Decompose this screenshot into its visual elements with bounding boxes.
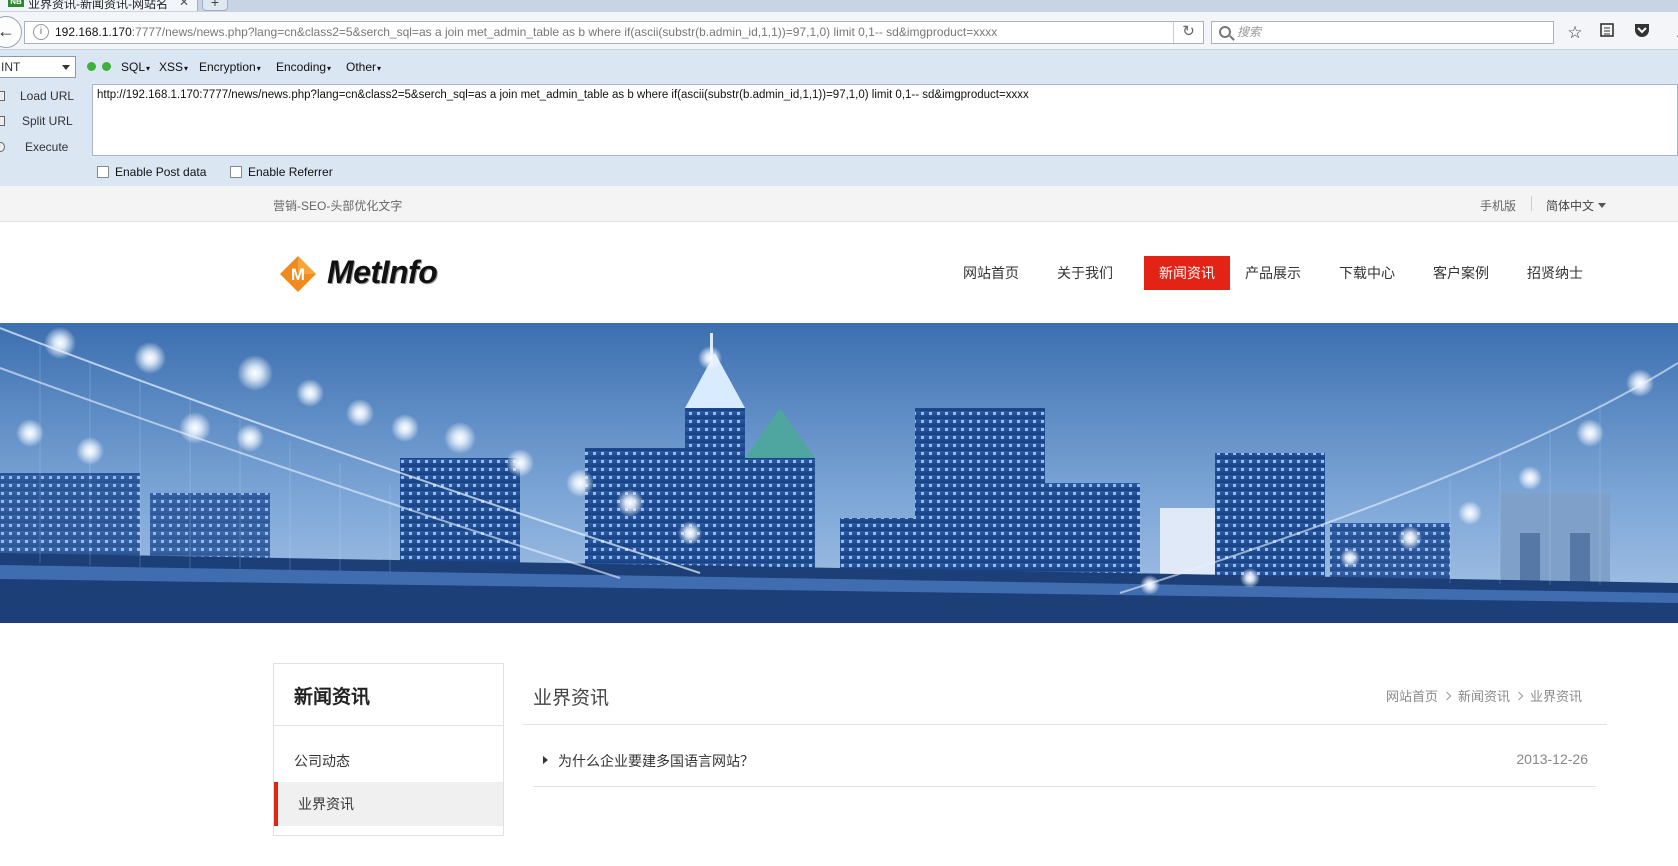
close-tab-icon[interactable]: ✕ [179,0,189,9]
menu-other[interactable]: Other [346,60,381,74]
sidebar-title: 新闻资讯 [294,687,371,708]
news-title-link[interactable]: 为什么企业要建多国语言网站？ [558,751,754,771]
sidebar-item-industry-news[interactable]: 业界资讯 [274,782,503,826]
tab-title: 业界资讯-新闻资讯-网站名... [28,0,168,11]
site-topbar: 营销-SEO-头部优化文字 手机版 简体中文 [0,186,1678,222]
execute-icon [0,142,5,152]
load-url-icon [0,91,5,101]
execute-button[interactable]: Execute [0,136,90,158]
split-url-label: Split URL [22,114,73,128]
download-icon[interactable]: ↓ [1668,22,1678,44]
sidebar-item-company-news[interactable]: 公司动态 [274,739,503,783]
enable-referrer-checkbox[interactable]: Enable Referrer [230,165,333,179]
decrease-icon[interactable] [87,62,96,71]
hackbar-url-textarea[interactable]: http://192.168.1.170:7777/news/news.php?… [92,84,1678,156]
load-url-label: Load URL [20,89,75,103]
city-skyline-illustration [0,323,1678,623]
back-arrow-icon: ← [0,21,15,41]
svg-text:M: M [291,265,305,284]
reload-icon: ↻ [1182,23,1195,40]
metinfo-logo-icon: M [280,256,316,292]
triangle-right-icon [543,756,548,764]
reload-button[interactable]: ↻ [1173,22,1203,43]
menu-xss[interactable]: XSS [159,60,188,74]
checkbox-icon [230,166,242,178]
nav-item-downloads[interactable]: 下载中心 [1334,256,1400,290]
hackbar-type-select[interactable]: INT [0,56,76,78]
menu-sql[interactable]: SQL [121,60,150,74]
logo-text: MetInfo [327,254,438,290]
tab-strip: NB 业界资讯-新闻资讯-网站名... ✕ + [0,0,1678,12]
divider [523,724,1607,725]
new-tab-button[interactable]: + [202,0,228,11]
url-path: :7777/news/news.php?lang=cn&class2=5&ser… [131,25,998,39]
enable-post-checkbox[interactable]: Enable Post data [97,165,206,179]
sidebar: 新闻资讯 公司动态 业界资讯 [273,663,504,836]
back-button[interactable]: ← [0,16,22,48]
nav-item-news[interactable]: 新闻资讯 [1144,256,1230,290]
url-host: 192.168.1.170 [55,25,132,39]
language-select[interactable]: 简体中文 [1546,197,1606,214]
site-header: M MetInfo 网站首页 关于我们 新闻资讯 产品展示 下载中心 客户案例 … [0,222,1678,323]
breadcrumb-current[interactable]: 业界资讯 [1530,689,1582,704]
list-item[interactable]: 为什么企业要建多国语言网站？ 2013-12-26 [533,748,1596,786]
star-icon[interactable]: ☆ [1564,22,1586,44]
breadcrumb-home[interactable]: 网站首页 [1386,689,1438,704]
enable-referrer-label: Enable Referrer [248,165,333,179]
breadcrumb: 网站首页 新闻资讯 业界资讯 [1386,686,1582,705]
divider [533,786,1596,787]
menu-encoding[interactable]: Encoding [276,60,331,74]
search-icon [1219,26,1231,38]
chevron-right-icon [1442,691,1452,701]
chevron-right-icon [1514,691,1524,701]
checkbox-icon [97,166,109,178]
site-favicon-icon: NB [8,0,24,7]
browser-navbar: ← i 192.168.1.170:7777/news/news.php?lang… [0,12,1678,50]
page-title: 业界资讯 [533,688,610,709]
info-icon[interactable]: i [33,24,49,40]
breadcrumb-news[interactable]: 新闻资讯 [1458,689,1510,704]
reading-list-icon[interactable] [1596,22,1618,44]
split-url-icon [0,116,5,126]
pocket-icon[interactable] [1631,22,1653,44]
mobile-version-link[interactable]: 手机版 [1480,197,1516,214]
banner-image [0,323,1678,623]
hackbar-panel: INT SQL XSS Encryption Encoding Other Lo… [0,50,1678,186]
increase-icon[interactable] [102,62,111,71]
divider [1531,196,1532,211]
menu-encryption[interactable]: Encryption [199,60,261,74]
browser-tab[interactable]: NB 业界资讯-新闻资讯-网站名... ✕ [0,0,198,11]
execute-label: Execute [25,140,69,154]
divider [274,725,503,726]
news-date: 2013-12-26 [1516,751,1588,767]
header-slogan: 营销-SEO-头部优化文字 [273,199,403,213]
address-bar[interactable]: i 192.168.1.170:7777/news/news.php?lang=c… [24,21,1204,44]
load-url-button[interactable]: Load URL [0,85,90,107]
search-placeholder: 搜索 [1237,25,1262,39]
nav-item-jobs[interactable]: 招贤纳士 [1522,256,1588,290]
search-input[interactable]: 搜索 [1211,21,1554,44]
nav-item-cases[interactable]: 客户案例 [1428,256,1494,290]
nav-item-products[interactable]: 产品展示 [1240,256,1306,290]
enable-post-label: Enable Post data [115,165,207,179]
nav-item-home[interactable]: 网站首页 [958,256,1024,290]
nav-item-about[interactable]: 关于我们 [1052,256,1118,290]
hackbar-select-value: INT [1,60,21,74]
chevron-down-icon [62,65,70,70]
split-url-button[interactable]: Split URL [0,110,90,132]
